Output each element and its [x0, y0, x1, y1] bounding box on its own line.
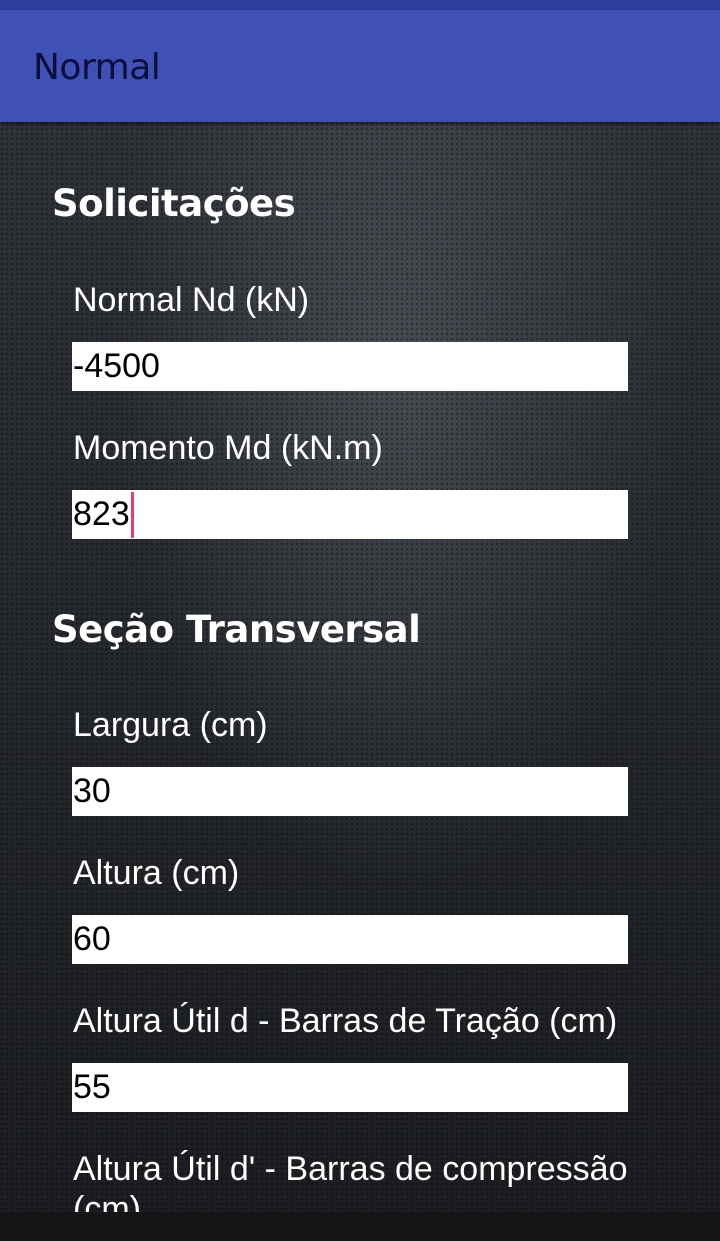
- momento-md-input[interactable]: [72, 490, 628, 539]
- app-title: Normal: [33, 47, 161, 88]
- altura-util-d-input[interactable]: [72, 1063, 628, 1112]
- label-altura-util-d: Altura Útil d - Barras de Tração (cm): [73, 1002, 618, 1040]
- label-altura: Altura (cm): [73, 854, 240, 892]
- altura-input[interactable]: [72, 915, 628, 964]
- bottom-band: [0, 1212, 720, 1241]
- section-title-solicitacoes: Solicitações: [52, 182, 296, 225]
- text-cursor: [131, 492, 134, 538]
- label-momento-md: Momento Md (kN.m): [73, 429, 383, 467]
- label-altura-util-d-linha: Altura Útil d' - Barras de compressão (c…: [73, 1150, 628, 1212]
- normal-nd-input[interactable]: [72, 342, 628, 391]
- app-bar: Normal: [0, 10, 720, 122]
- label-largura: Largura (cm): [73, 706, 268, 744]
- status-bar: [0, 0, 720, 10]
- largura-input[interactable]: [72, 767, 628, 816]
- form-scroll-area[interactable]: Solicitações Normal Nd (kN) Momento Md (…: [0, 122, 720, 1212]
- section-title-secao-transversal: Seção Transversal: [52, 608, 421, 651]
- label-normal-nd: Normal Nd (kN): [73, 281, 310, 319]
- screen: Normal Solicitações Normal Nd (kN) Momen…: [0, 0, 720, 1241]
